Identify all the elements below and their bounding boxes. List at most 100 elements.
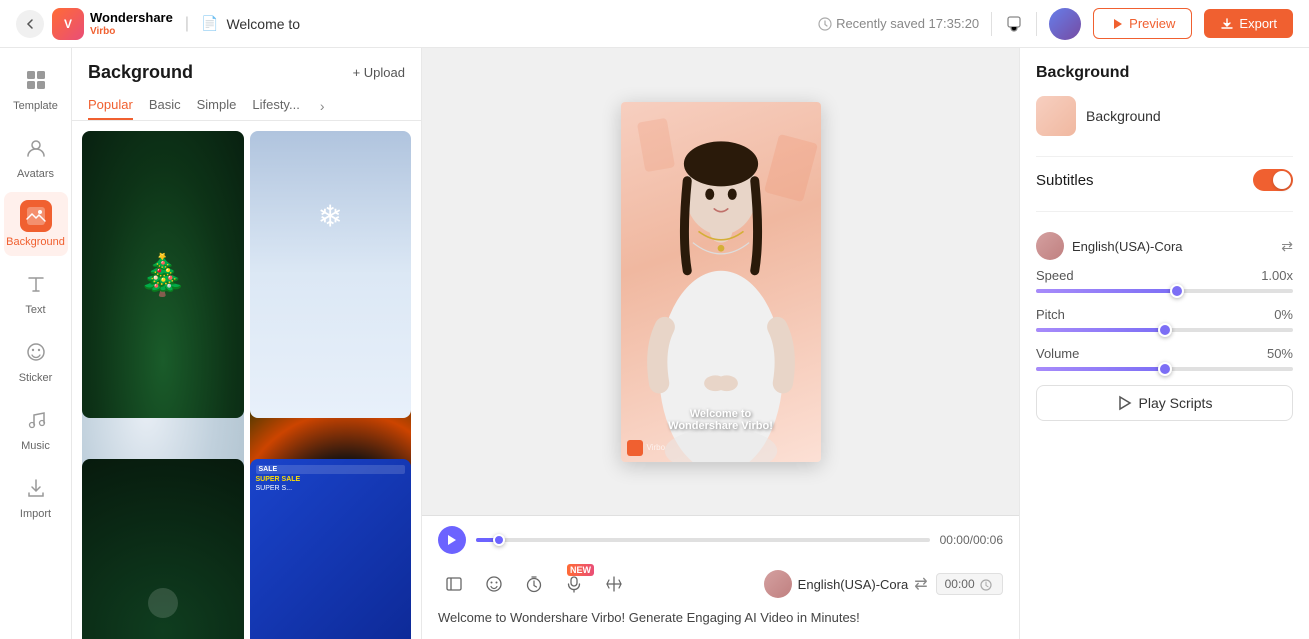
import-label: Import [20, 508, 51, 520]
right-panel: Background Background Subtitles English(… [1019, 48, 1309, 639]
sticker-label: Sticker [19, 372, 53, 384]
user-avatar[interactable] [1049, 8, 1081, 40]
pitch-thumb[interactable] [1158, 323, 1172, 337]
voice-avatar [1036, 232, 1064, 260]
volume-thumb[interactable] [1158, 362, 1172, 376]
voice-name: English(USA)-Cora [1072, 239, 1273, 254]
sidebar-item-text[interactable]: Text [4, 260, 68, 324]
preview-button[interactable]: Preview [1093, 8, 1192, 39]
logo-text: Wondershare Virbo [90, 10, 173, 37]
timeline-area: 00:00/00:06 NEW [422, 515, 1019, 639]
sticker-icon [20, 336, 52, 368]
sidebar-item-avatars[interactable]: Avatars [4, 124, 68, 188]
timer-icon[interactable] [518, 568, 550, 600]
divider-2 [1036, 211, 1293, 212]
bg-thumb-christmas[interactable] [82, 131, 244, 418]
tab-simple[interactable]: Simple [197, 91, 237, 120]
notification-icon [1004, 14, 1024, 34]
subtitles-row: Subtitles [1036, 169, 1293, 191]
sidebar-item-music[interactable]: Music [4, 396, 68, 460]
pitch-section: Pitch 0% [1036, 307, 1293, 332]
emoji-icon[interactable] [478, 568, 510, 600]
new-badge: NEW [567, 564, 594, 576]
main-layout: Template Avatars Background Text Sticker [0, 48, 1309, 639]
timeline-scrubber[interactable] [493, 534, 505, 546]
speed-label: Speed [1036, 268, 1074, 283]
export-button[interactable]: Export [1204, 9, 1293, 38]
split-icon[interactable] [598, 568, 630, 600]
script-text: Welcome to Wondershare Virbo! Generate E… [438, 606, 1003, 629]
voice-row: English(USA)-Cora ⇄ [1036, 224, 1293, 268]
speed-thumb[interactable] [1170, 284, 1184, 298]
canvas-main: Welcome to Wondershare Virbo! Virbo [422, 48, 1019, 515]
volume-fill [1036, 367, 1165, 371]
voice-swap-button[interactable]: ⇄ [1281, 238, 1293, 255]
subtitles-label: Subtitles [1036, 172, 1094, 189]
text-label: Text [25, 304, 45, 316]
pitch-label: Pitch [1036, 307, 1065, 322]
volume-slider[interactable] [1036, 367, 1293, 371]
avatars-icon [20, 132, 52, 164]
sidebar-item-import[interactable]: Import [4, 464, 68, 528]
logo-icon: V [52, 8, 84, 40]
bg-panel-title: Background [88, 62, 193, 83]
timeline-bar: 00:00/00:06 [438, 526, 1003, 554]
tabs-more-icon[interactable]: › [320, 98, 325, 114]
right-panel-title: Background [1036, 64, 1293, 82]
speed-value: 1.00x [1261, 268, 1293, 283]
pitch-slider[interactable] [1036, 328, 1293, 332]
tab-basic[interactable]: Basic [149, 91, 181, 120]
topbar: V Wondershare Virbo | 📄 Welcome to Recen… [0, 0, 1309, 48]
speed-section: Speed 1.00x [1036, 268, 1293, 293]
template-icon [20, 64, 52, 96]
speed-slider[interactable] [1036, 289, 1293, 293]
back-button[interactable] [16, 10, 44, 38]
pitch-fill [1036, 328, 1165, 332]
divider [991, 12, 992, 36]
sidebar-item-sticker[interactable]: Sticker [4, 328, 68, 392]
doc-title: Welcome to [226, 16, 300, 32]
play-scripts-button[interactable]: Play Scripts [1036, 385, 1293, 421]
language-swap-icon[interactable]: ⇄ [914, 574, 927, 594]
pitch-value: 0% [1274, 307, 1293, 322]
bg-panel-header: Background + Upload [72, 48, 421, 83]
subtitles-toggle[interactable] [1253, 169, 1293, 191]
timeline-track[interactable] [476, 538, 930, 542]
tab-lifestyle[interactable]: Lifesty... [252, 91, 299, 120]
mic-icon[interactable]: NEW [558, 568, 590, 600]
bg-preview-row: Background [1036, 96, 1293, 136]
time-display: 00:00/00:06 [940, 533, 1003, 547]
logo-area: V Wondershare Virbo [52, 8, 173, 40]
bg-thumb-sale[interactable]: SALE SUPER SALE SUPER S... [250, 459, 412, 639]
import-icon [20, 472, 52, 504]
upload-button[interactable]: + Upload [353, 65, 405, 80]
bg-preview-thumb[interactable] [1036, 96, 1076, 136]
bg-thumb-snow[interactable] [250, 131, 412, 418]
video-canvas[interactable]: Welcome to Wondershare Virbo! Virbo [621, 102, 821, 462]
bg-thumb-darkgreen[interactable] [82, 459, 244, 639]
divider2 [1036, 12, 1037, 36]
sidebar-item-template[interactable]: Template [4, 56, 68, 120]
play-button[interactable] [438, 526, 466, 554]
background-grid: SALE SUPER SALE SUPER S... [72, 121, 421, 639]
language-name: English(USA)-Cora [798, 577, 909, 592]
sidebar: Template Avatars Background Text Sticker [0, 48, 72, 639]
avatars-label: Avatars [17, 168, 54, 180]
sidebar-item-background[interactable]: Background [4, 192, 68, 256]
music-label: Music [21, 440, 50, 452]
doc-icon: 📄 [201, 15, 218, 32]
topbar-left: V Wondershare Virbo | 📄 Welcome to [16, 8, 806, 40]
divider-1 [1036, 156, 1293, 157]
canvas-area: Welcome to Wondershare Virbo! Virbo [422, 48, 1019, 639]
background-icon [20, 200, 52, 232]
language-selector[interactable]: English(USA)-Cora ⇄ [764, 570, 928, 598]
voice-avatar-small [764, 570, 792, 598]
music-icon [20, 404, 52, 436]
watermark: Virbo [627, 440, 666, 456]
volume-label: Volume [1036, 346, 1079, 361]
template-label: Template [13, 100, 58, 112]
scene-icon[interactable] [438, 568, 470, 600]
controls-row: NEW English(USA)-Cora ⇄ 00:00 [438, 562, 1003, 606]
tab-popular[interactable]: Popular [88, 91, 133, 120]
bg-preview-label: Background [1086, 108, 1161, 124]
